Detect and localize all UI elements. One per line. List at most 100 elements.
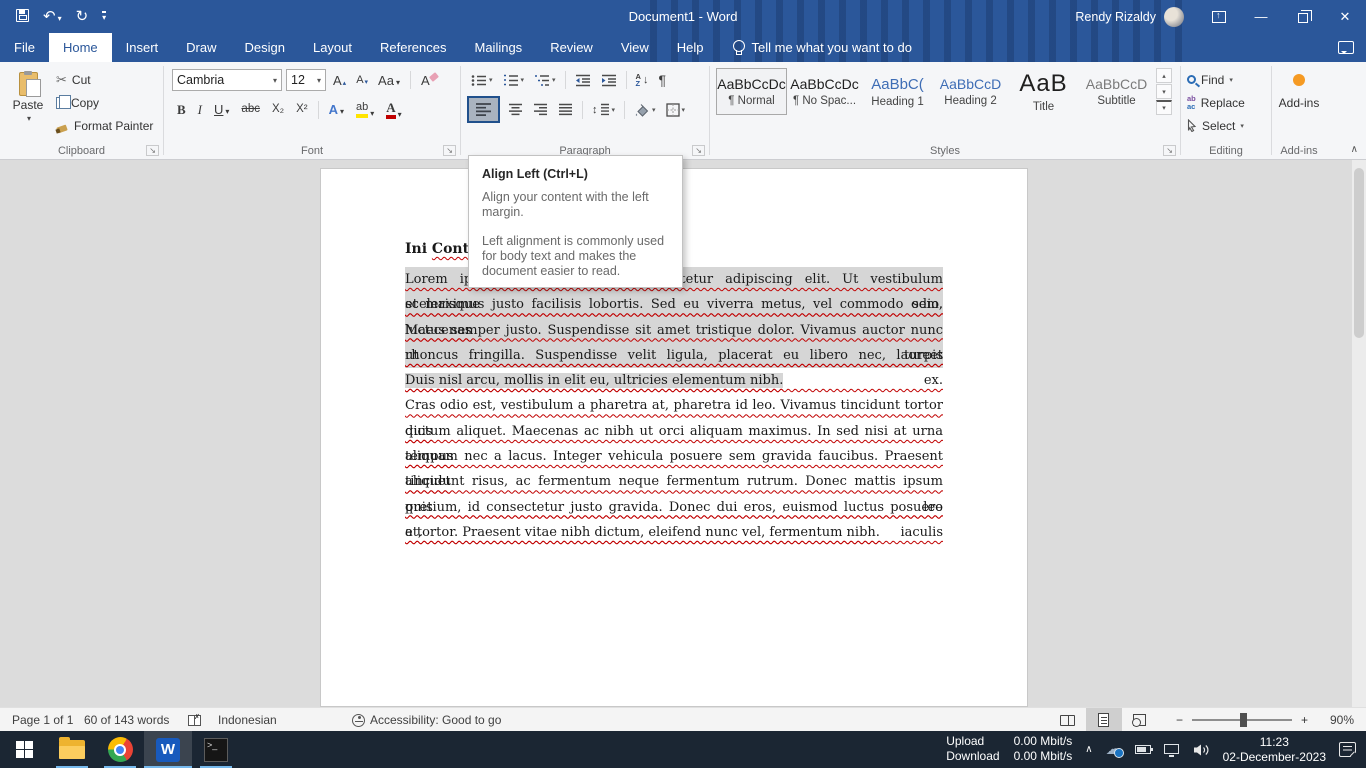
language-indicator[interactable]: Indonesian bbox=[218, 708, 277, 732]
replace-button[interactable]: abac Replace bbox=[1187, 93, 1271, 112]
style-no-spacing[interactable]: AaBbCcDc ¶ No Spac... bbox=[789, 68, 860, 115]
tab-draw[interactable]: Draw bbox=[172, 33, 230, 62]
grow-font-button[interactable]: A▴ bbox=[330, 72, 349, 89]
scrollbar-thumb[interactable] bbox=[1354, 168, 1364, 338]
clipboard-dialog-launcher[interactable]: ↘ bbox=[146, 145, 159, 156]
taskbar-chrome[interactable] bbox=[96, 731, 144, 768]
taskbar-terminal[interactable]: >_ bbox=[192, 731, 240, 768]
speaker-icon[interactable] bbox=[1192, 743, 1210, 757]
tab-help[interactable]: Help bbox=[663, 33, 718, 62]
tab-layout[interactable]: Layout bbox=[299, 33, 366, 62]
onedrive-icon[interactable]: ☁ bbox=[1106, 742, 1122, 758]
word-count[interactable]: 60 of 143 words bbox=[84, 708, 169, 732]
taskbar-word[interactable]: W bbox=[144, 731, 192, 768]
start-button[interactable] bbox=[0, 731, 48, 768]
borders-button[interactable]: ▾ bbox=[662, 100, 690, 120]
line-spacing-button[interactable]: ↕ ▾ bbox=[588, 100, 619, 119]
zoom-in-button[interactable]: + bbox=[1301, 713, 1308, 727]
align-right-button[interactable] bbox=[529, 100, 552, 119]
web-layout-button[interactable] bbox=[1122, 708, 1158, 732]
cut-button[interactable]: ✂ Cut bbox=[56, 70, 153, 90]
shrink-font-button[interactable]: A▾ bbox=[353, 73, 371, 88]
highlight-color-button[interactable]: ab▾ bbox=[351, 100, 379, 120]
format-painter-button[interactable]: Format Painter bbox=[56, 116, 153, 136]
align-center-button[interactable] bbox=[504, 100, 527, 119]
zoom-percentage[interactable]: 90% bbox=[1320, 713, 1354, 727]
close-button[interactable]: ✕ bbox=[1324, 0, 1366, 33]
tab-view[interactable]: View bbox=[607, 33, 663, 62]
increase-indent-button[interactable] bbox=[597, 71, 621, 90]
print-layout-button[interactable] bbox=[1086, 708, 1122, 732]
addins-button[interactable]: Add-ins bbox=[1279, 96, 1320, 110]
vertical-scrollbar[interactable] bbox=[1352, 160, 1366, 707]
restore-button[interactable] bbox=[1282, 0, 1324, 33]
paragraph-dialog-launcher[interactable]: ↘ bbox=[692, 145, 705, 156]
tab-home[interactable]: Home bbox=[49, 33, 112, 62]
zoom-slider[interactable] bbox=[1192, 719, 1292, 721]
account-button[interactable]: Rendy Rizaldy bbox=[1075, 7, 1184, 27]
tray-overflow-button[interactable]: ∧ bbox=[1085, 744, 1092, 755]
minimize-button[interactable]: — bbox=[1240, 0, 1282, 33]
comments-button[interactable] bbox=[1338, 33, 1354, 62]
underline-button[interactable]: U▾ bbox=[209, 101, 234, 118]
style-heading-1[interactable]: AaBbC( Heading 1 bbox=[862, 68, 933, 115]
text-effects-button[interactable]: A▾ bbox=[324, 101, 349, 118]
style-normal[interactable]: AaBbCcDc ¶ Normal bbox=[716, 68, 787, 115]
style-subtitle[interactable]: AaBbCcD Subtitle bbox=[1081, 68, 1152, 115]
tab-design[interactable]: Design bbox=[231, 33, 299, 62]
styles-more-button[interactable]: ▾ bbox=[1156, 100, 1172, 115]
strikethrough-button[interactable]: abc bbox=[236, 102, 265, 118]
change-case-button[interactable]: Aa▾ bbox=[375, 72, 403, 89]
superscript-button[interactable]: X² bbox=[291, 102, 313, 118]
read-mode-button[interactable] bbox=[1050, 708, 1086, 732]
find-button[interactable]: Find ▾ bbox=[1187, 70, 1271, 89]
font-color-button[interactable]: A▾ bbox=[381, 99, 406, 121]
page-indicator[interactable]: Page 1 of 1 bbox=[12, 708, 73, 732]
tab-references[interactable]: References bbox=[366, 33, 460, 62]
collapse-ribbon-button[interactable]: ∧ bbox=[1351, 144, 1358, 155]
accessibility-status[interactable]: Accessibility: Good to go bbox=[352, 708, 501, 732]
clear-formatting-button[interactable]: A bbox=[418, 72, 433, 89]
customize-qat-button[interactable]: ▾ bbox=[102, 11, 106, 22]
zoom-slider-thumb[interactable] bbox=[1240, 713, 1247, 727]
styles-scroll-down[interactable]: ▾ bbox=[1156, 84, 1172, 99]
decrease-indent-button[interactable] bbox=[571, 71, 595, 90]
sort-button[interactable]: AZ ↓ bbox=[632, 70, 653, 91]
battery-icon[interactable] bbox=[1135, 745, 1151, 754]
styles-dialog-launcher[interactable]: ↘ bbox=[1163, 145, 1176, 156]
multilevel-list-button[interactable]: ▾ bbox=[530, 71, 560, 90]
style-heading-2[interactable]: AaBbCcD Heading 2 bbox=[935, 68, 1006, 115]
styles-scroll-up[interactable]: ▴ bbox=[1156, 68, 1172, 83]
tab-file[interactable]: File bbox=[0, 33, 49, 62]
ribbon-display-options-button[interactable] bbox=[1198, 0, 1240, 33]
tab-insert[interactable]: Insert bbox=[112, 33, 173, 62]
subscript-button[interactable]: X₂ bbox=[267, 102, 289, 118]
network-icon[interactable] bbox=[1164, 744, 1179, 754]
italic-button[interactable]: I bbox=[193, 101, 207, 118]
numbering-button[interactable]: ▾ bbox=[499, 71, 529, 90]
shading-button[interactable]: ▾ bbox=[630, 100, 660, 120]
select-button[interactable]: Select ▾ bbox=[1187, 116, 1271, 135]
redo-button[interactable]: ↻ bbox=[76, 9, 89, 24]
undo-button[interactable]: ↶▾ bbox=[43, 9, 62, 24]
chevron-down-icon[interactable]: ▾ bbox=[27, 114, 31, 123]
taskbar-file-explorer[interactable] bbox=[48, 731, 96, 768]
style-title[interactable]: AaB Title bbox=[1008, 68, 1079, 115]
align-left-button[interactable] bbox=[467, 96, 500, 123]
font-name-combo[interactable]: Cambria ▾ bbox=[172, 69, 282, 91]
font-size-combo[interactable]: 12 ▾ bbox=[286, 69, 326, 91]
tab-review[interactable]: Review bbox=[536, 33, 607, 62]
justify-button[interactable] bbox=[554, 100, 577, 119]
action-center-icon[interactable] bbox=[1339, 742, 1356, 757]
tab-mailings[interactable]: Mailings bbox=[461, 33, 537, 62]
undo-chevron-icon[interactable]: ▾ bbox=[58, 14, 62, 23]
bullets-button[interactable]: ▾ bbox=[467, 71, 497, 90]
bold-button[interactable]: B bbox=[172, 101, 191, 118]
tell-me-search[interactable]: Tell me what you want to do bbox=[732, 33, 912, 62]
font-dialog-launcher[interactable]: ↘ bbox=[443, 145, 456, 156]
show-hide-marks-button[interactable]: ¶ bbox=[654, 69, 670, 91]
zoom-out-button[interactable]: − bbox=[1176, 713, 1183, 727]
save-button[interactable] bbox=[16, 9, 29, 25]
proofing-status[interactable] bbox=[188, 708, 201, 732]
taskbar-clock[interactable]: 11:23 02-December-2023 bbox=[1223, 735, 1326, 765]
